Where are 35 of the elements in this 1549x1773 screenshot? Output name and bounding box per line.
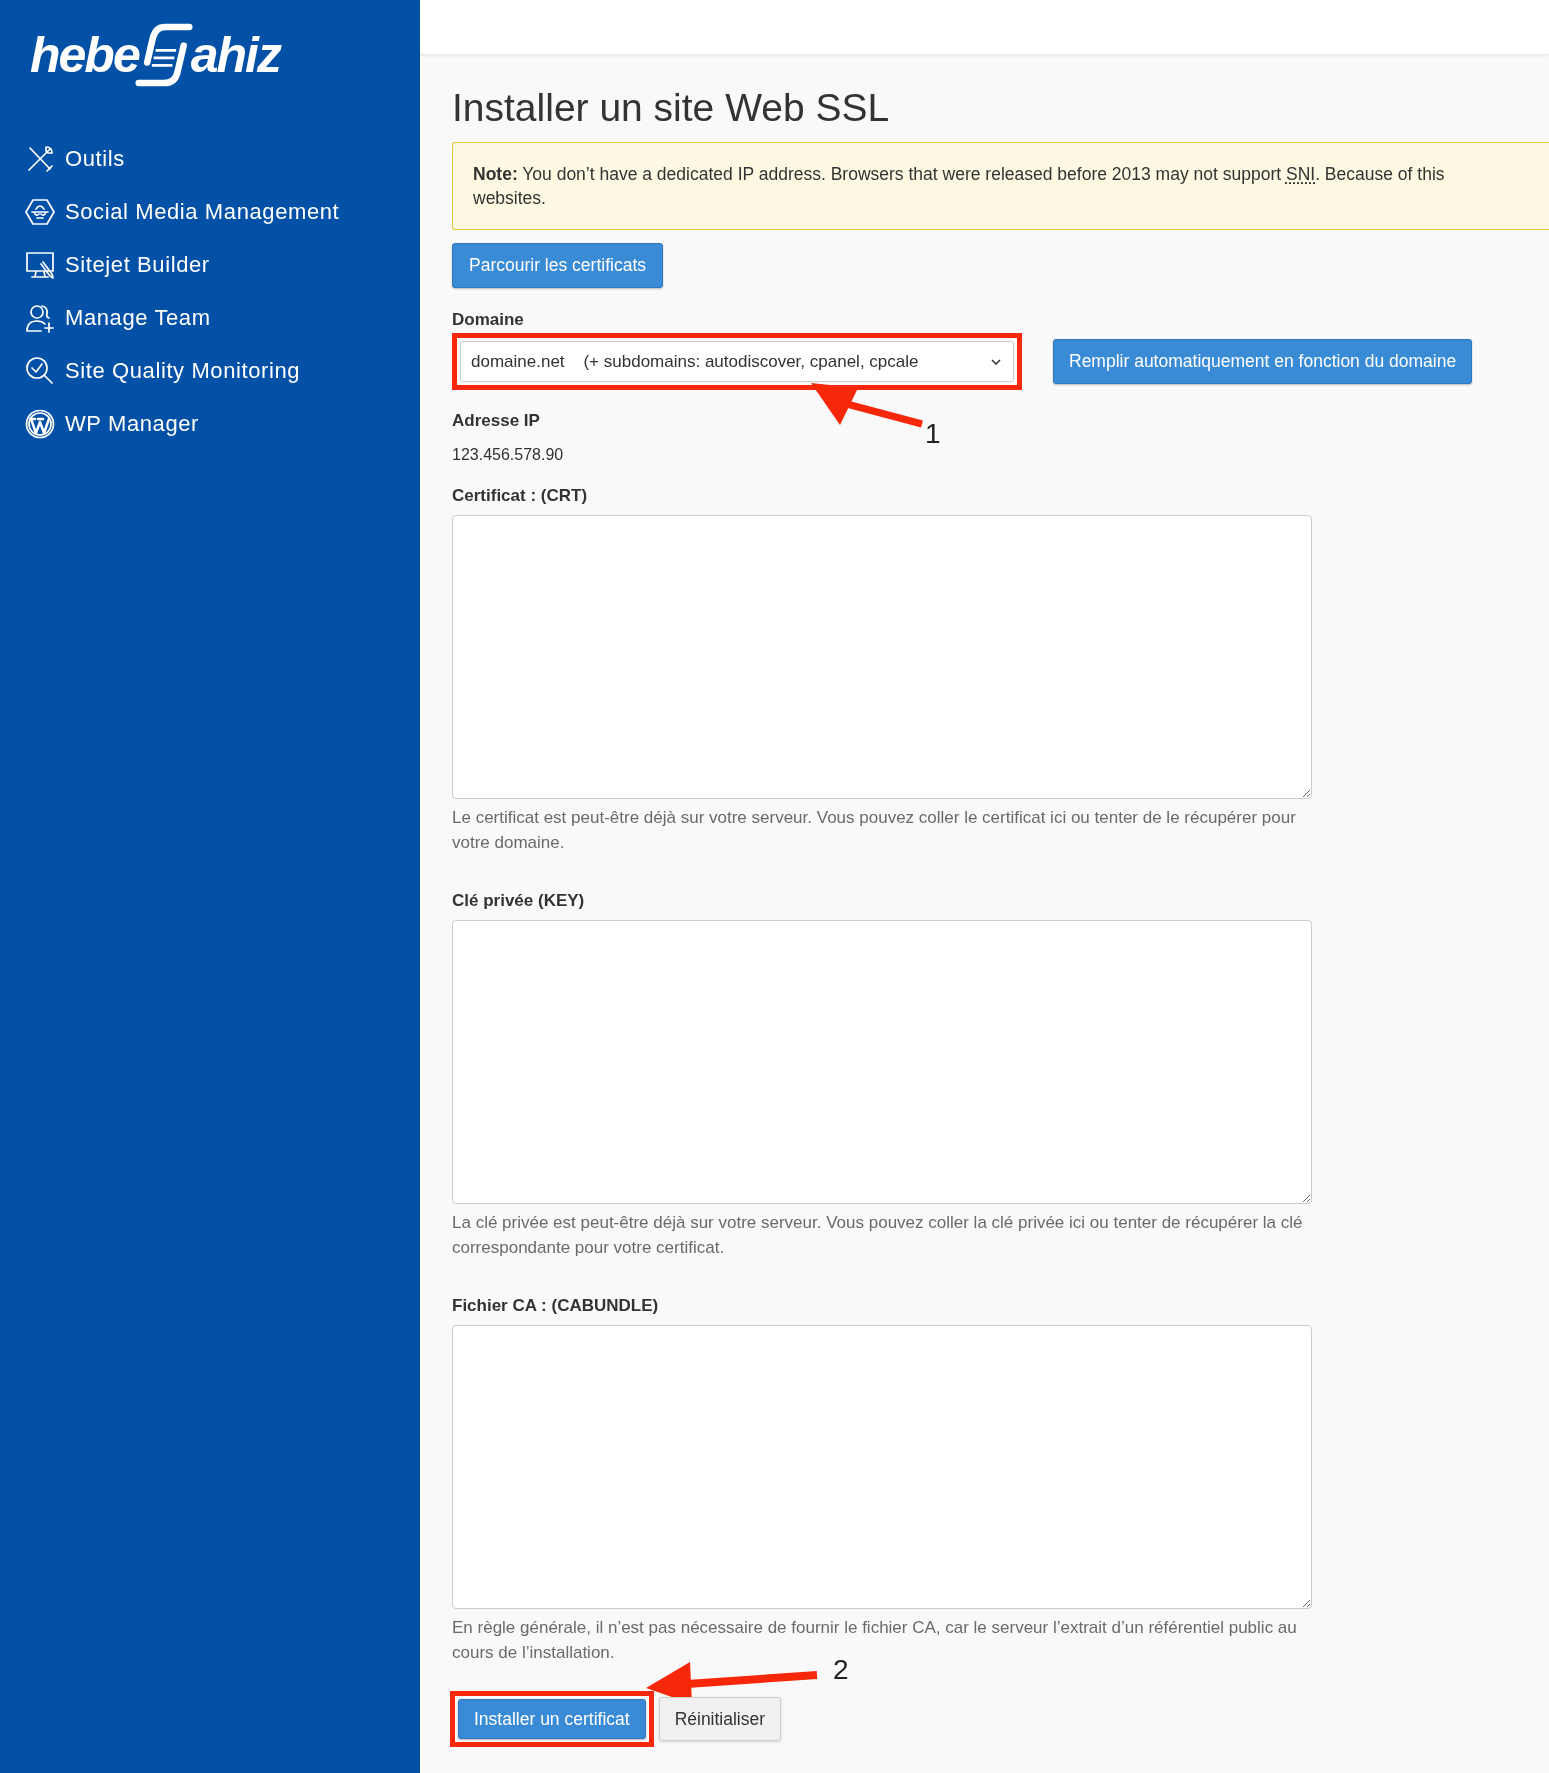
help-text: La clé privée est peut-être déjà sur votre serveur. Vous pouvez coller la clé privée ici ou tenter de récupérer la clé correspondante pour votre certificat. (452, 1212, 1304, 1259)
field-label: Adresse IP (452, 410, 541, 432)
ip-address-text: 123.456.578.90 (452, 445, 565, 465)
page-title: Installer un site Web SSL (452, 85, 891, 131)
field-label: Fichier CA : (CABUNDLE) (452, 1295, 660, 1317)
help-text: Le certificat est peut-être déjà sur votre serveur. Vous pouvez coller le certificat ici ou tenter de le récupérer pour votre domaine. (452, 807, 1297, 854)
field-label: Clé privée (KEY) (452, 890, 586, 912)
magnifier-check-icon (25, 355, 55, 386)
textarea-field[interactable] (452, 515, 1312, 799)
w-circle-icon (25, 408, 55, 439)
autofill-button[interactable]: Remplir automatiquement en fonction du domaine (1053, 339, 1473, 384)
sidebar-item[interactable]: Social Media Management (0, 185, 420, 238)
textarea-field[interactable] (452, 920, 1312, 1204)
monitor-pencil-icon (25, 249, 55, 280)
sidebar-item[interactable]: Sitejet Builder (0, 238, 420, 291)
field-label: Certificat : (CRT) (452, 485, 589, 507)
hexagon-icon (25, 196, 55, 227)
domain-select[interactable]: domaine.net (+ subdomains: autodiscover, cpanel, cpcale (460, 341, 1014, 382)
sidebar-item[interactable]: Site Quality Monitoring (0, 344, 420, 397)
user-plus-icon (25, 302, 55, 333)
logo-text: hebe (30, 30, 139, 80)
annotation-number: 1 (925, 420, 941, 448)
sidebar-item[interactable]: Outils (0, 132, 420, 185)
install-button[interactable]: Installer un certificat (458, 1699, 646, 1739)
sidebar-item[interactable]: WP Manager (0, 397, 420, 450)
textarea-field[interactable] (452, 1325, 1312, 1609)
logo-text: ahiz (190, 30, 280, 80)
caret-icon (991, 358, 1001, 365)
browse-certificates-button[interactable]: Parcourir les certificats (452, 243, 663, 288)
tools-icon (25, 143, 55, 174)
reset-button[interactable]: Réinitialiser (658, 1697, 782, 1741)
sidebar-item[interactable]: Manage Team (0, 291, 420, 344)
field-label: Domaine (452, 309, 525, 331)
annotation-number: 2 (833, 1656, 849, 1684)
note-text: Note: You don’t have a dedicated IP address. Browsers that were released before 2013 may not support SNI. Because of this websites. (473, 163, 1445, 210)
